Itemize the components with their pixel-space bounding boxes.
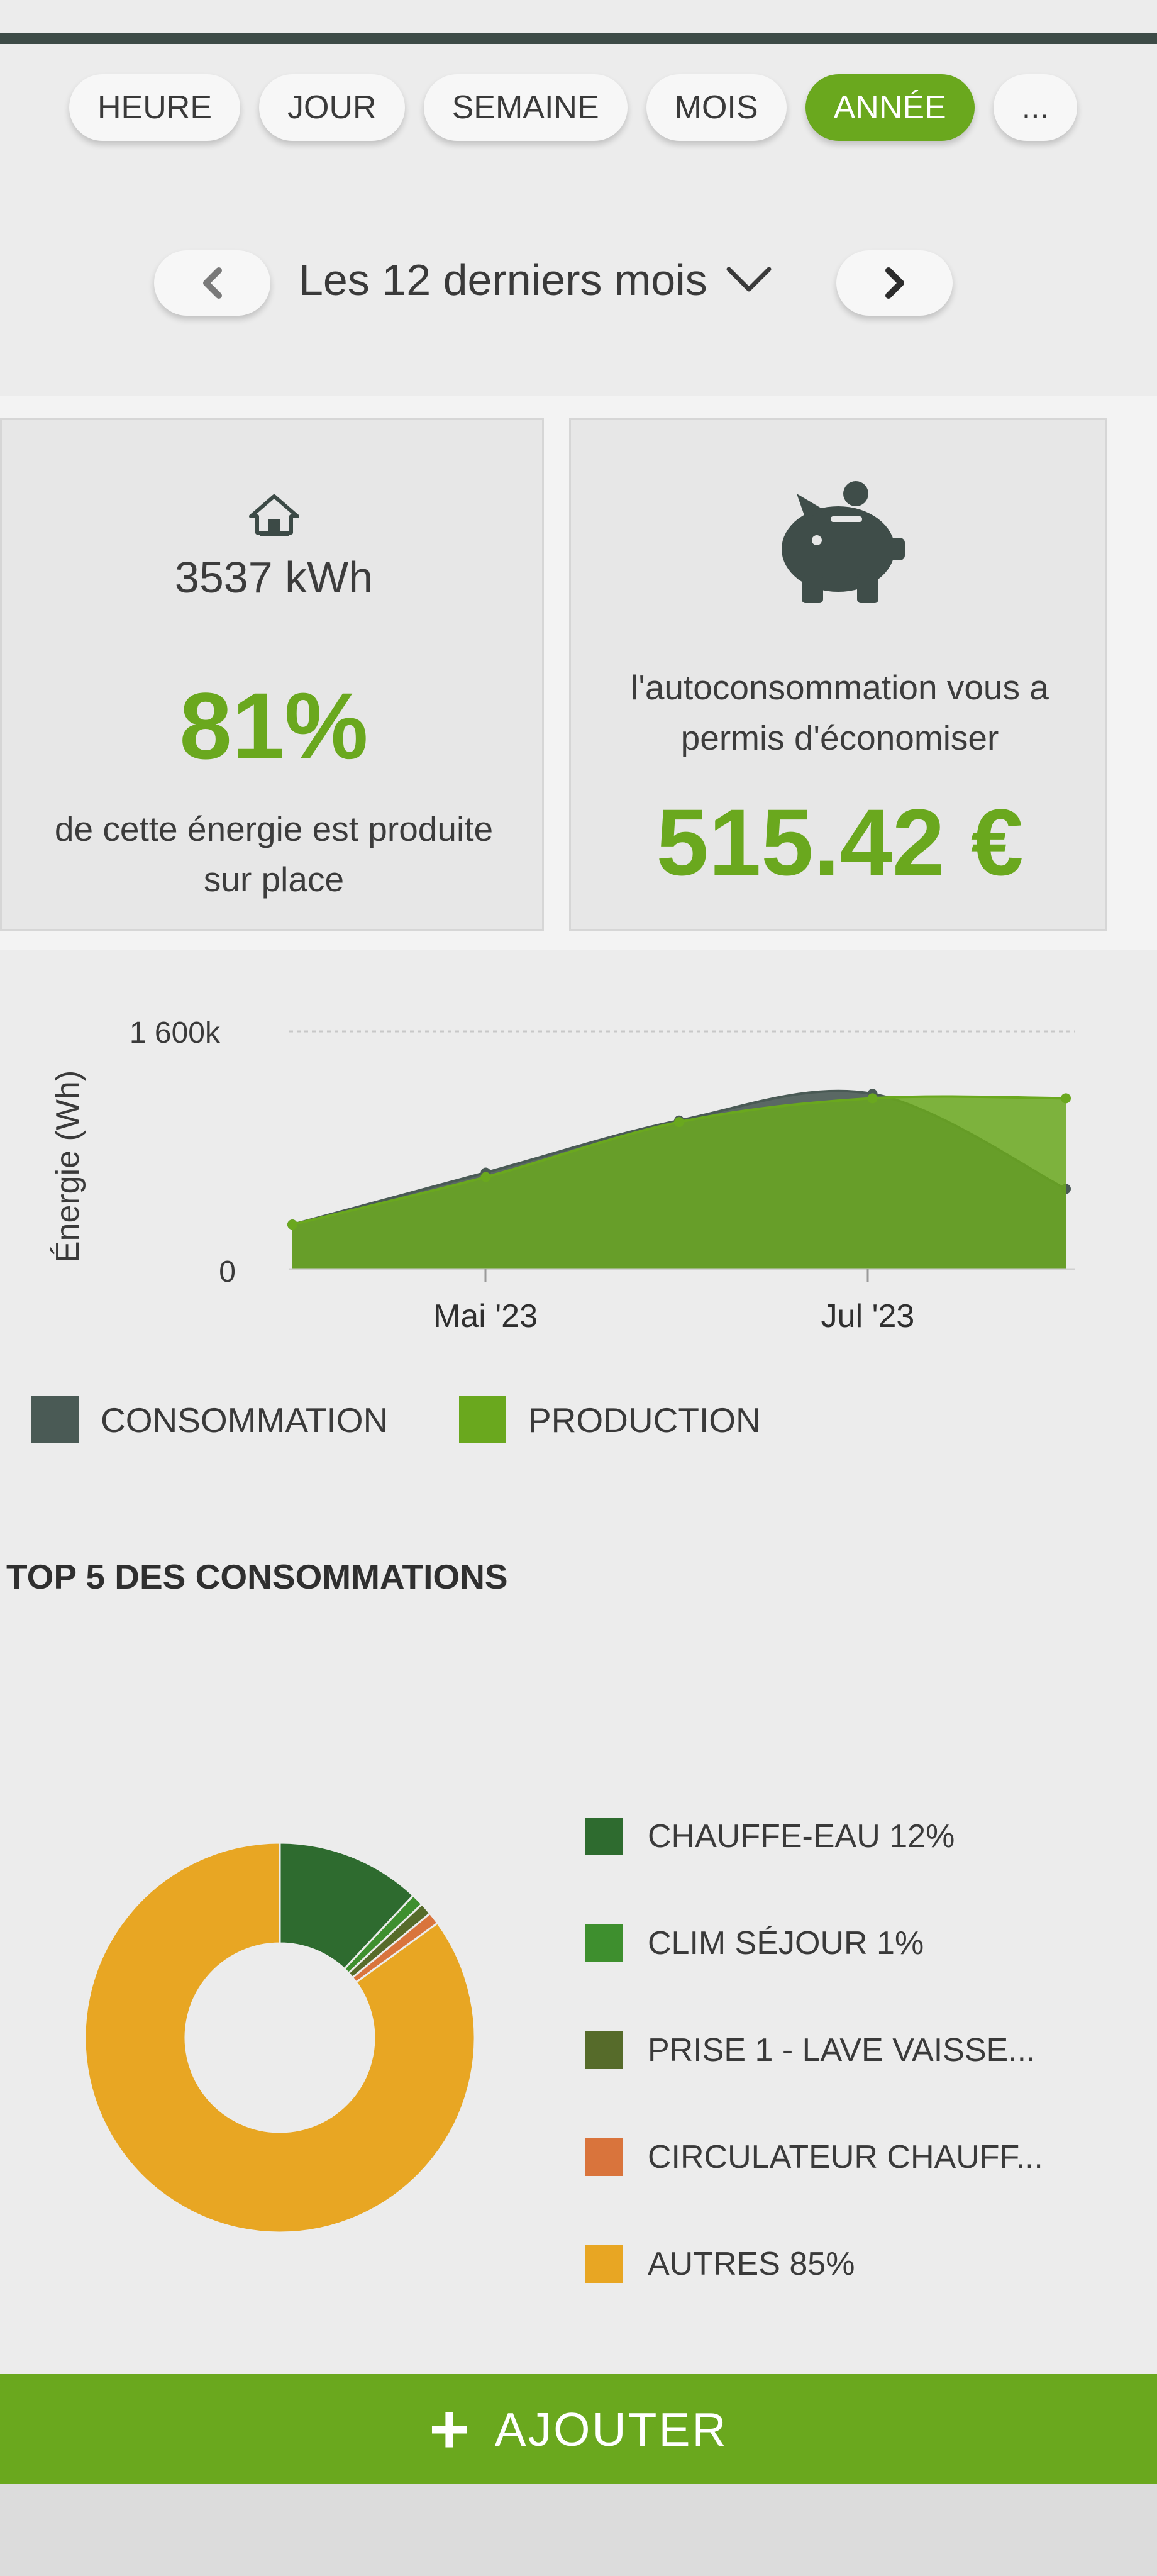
savings-card: l'autoconsommation vous a permis d'écono… xyxy=(569,418,1107,931)
piggy-bank-icon xyxy=(782,481,905,603)
top5-item-clim-sejour[interactable]: CLIM SÉJOUR 1% xyxy=(585,1890,1043,1997)
data-point[interactable] xyxy=(674,1117,684,1128)
description-line: sur place xyxy=(203,860,345,899)
energy-card: 3537 kWh 81% de cette énergie est produi… xyxy=(0,418,544,931)
tab-heure[interactable]: HEURE xyxy=(69,74,241,141)
y-axis-label: Énergie (Wh) xyxy=(50,1070,86,1263)
top5-item-circulateur[interactable]: CIRCULATEUR CHAUFF... xyxy=(585,2104,1043,2211)
energy-chart: Énergie (Wh) 1 600k 0 Mai '23 Jul '23 xyxy=(50,1016,1075,1335)
savings-description: l'autoconsommation vous a permis d'écono… xyxy=(571,662,1109,763)
legend-label: CHAUFFE-EAU 12% xyxy=(648,1818,955,1855)
add-button[interactable]: + AJOUTER xyxy=(0,2374,1157,2484)
legend-consommation[interactable]: CONSOMMATION xyxy=(31,1396,388,1443)
top5-legend: CHAUFFE-EAU 12% CLIM SÉJOUR 1% PRISE 1 -… xyxy=(585,1783,1043,2318)
description-line: l'autoconsommation vous a xyxy=(631,668,1049,707)
range-label-text: Les 12 derniers mois xyxy=(299,255,707,304)
add-button-label: AJOUTER xyxy=(494,2402,728,2456)
kpi-cards: 3537 kWh 81% de cette énergie est produi… xyxy=(0,396,1157,950)
x-tick-label: Mai '23 xyxy=(433,1298,538,1335)
previous-period-button[interactable] xyxy=(154,250,270,316)
legend-swatch xyxy=(585,2031,623,2069)
legend-label: CIRCULATEUR CHAUFF... xyxy=(648,2139,1043,2175)
data-point[interactable] xyxy=(480,1172,491,1182)
chart-plot-area xyxy=(287,1089,1071,1269)
tab-semaine[interactable]: SEMAINE xyxy=(423,74,628,141)
chevron-down-icon xyxy=(726,267,772,292)
legend-label: PRISE 1 - LAVE VAISSE... xyxy=(648,2032,1036,2068)
self-production-description: de cette énergie est produite sur place xyxy=(14,804,533,904)
tab-more[interactable]: ... xyxy=(993,74,1078,141)
chevron-right-icon xyxy=(885,267,904,299)
top-divider xyxy=(0,33,1157,44)
data-point[interactable] xyxy=(287,1219,297,1230)
range-dropdown[interactable]: Les 12 derniers mois xyxy=(299,255,773,305)
legend-label: CLIM SÉJOUR 1% xyxy=(648,1925,924,1962)
legend-label: CONSOMMATION xyxy=(101,1400,389,1440)
next-period-button[interactable] xyxy=(836,250,953,316)
y-tick-label: 0 xyxy=(219,1255,236,1289)
top5-item-chauffe-eau[interactable]: CHAUFFE-EAU 12% xyxy=(585,1783,1043,1890)
description-line: permis d'économiser xyxy=(680,718,999,757)
legend-production[interactable]: PRODUCTION xyxy=(459,1396,761,1443)
donut-slices xyxy=(84,1841,476,2234)
top5-item-prise-1[interactable]: PRISE 1 - LAVE VAISSE... xyxy=(585,1997,1043,2104)
chevron-left-icon xyxy=(202,267,222,299)
total-energy-value: 3537 kWh xyxy=(174,553,374,602)
tab-mois[interactable]: MOIS xyxy=(646,74,787,141)
data-point[interactable] xyxy=(867,1093,878,1104)
y-tick-label: 1 600k xyxy=(130,1016,221,1050)
legend-swatch xyxy=(585,1818,623,1855)
legend-label: AUTRES 85% xyxy=(648,2246,855,2282)
tab-jour[interactable]: JOUR xyxy=(259,74,405,141)
legend-swatch xyxy=(459,1396,506,1443)
top5-item-autres[interactable]: AUTRES 85% xyxy=(585,2211,1043,2318)
legend-swatch xyxy=(585,1924,623,1962)
bottom-strip xyxy=(0,2484,1157,2576)
legend-swatch xyxy=(31,1396,79,1443)
legend-label: PRODUCTION xyxy=(528,1400,761,1440)
period-tabs: HEURE JOUR SEMAINE MOIS ANNÉE ... xyxy=(69,74,1078,143)
tab-annee[interactable]: ANNÉE xyxy=(805,74,975,141)
top5-title: TOP 5 DES CONSOMMATIONS xyxy=(6,1557,508,1596)
x-tick-label: Jul '23 xyxy=(821,1298,915,1335)
legend-swatch xyxy=(585,2245,623,2283)
savings-amount: 515.42 € xyxy=(656,789,1024,895)
plus-icon: + xyxy=(429,2390,470,2468)
data-point[interactable] xyxy=(1061,1093,1071,1104)
self-production-percent: 81% xyxy=(179,673,368,779)
legend-swatch xyxy=(585,2138,623,2176)
consumption-donut-chart xyxy=(84,1841,476,2234)
description-line: de cette énergie est produite xyxy=(54,809,494,848)
house-icon xyxy=(249,494,299,536)
